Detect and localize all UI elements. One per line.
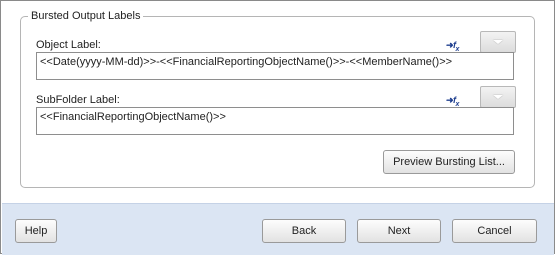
- cancel-button[interactable]: Cancel: [452, 219, 537, 243]
- preview-bursting-list-button[interactable]: Preview Bursting List...: [383, 150, 515, 174]
- chevron-down-icon: [493, 95, 503, 99]
- back-button[interactable]: Back: [262, 219, 346, 243]
- subfolder-label-input[interactable]: <<FinancialReportingObjectName()>>: [36, 107, 514, 135]
- chevron-down-icon: [493, 40, 503, 44]
- group-title: Bursted Output Labels: [28, 10, 144, 22]
- dialog-frame: Bursted Output Labels Object Label: ➜fx …: [0, 0, 555, 255]
- object-label-caption: Object Label:: [36, 39, 101, 51]
- help-button[interactable]: Help: [15, 219, 57, 243]
- dialog-footer: Help Back Next Cancel: [2, 203, 554, 255]
- object-label-input[interactable]: <<Date(yyyy-MM-dd)>>-<<FinancialReportin…: [36, 52, 514, 80]
- object-label-dropdown-button[interactable]: [480, 31, 516, 53]
- next-button[interactable]: Next: [357, 219, 441, 243]
- subfolder-label-dropdown-button[interactable]: [480, 86, 516, 108]
- dialog-content: Bursted Output Labels Object Label: ➜fx …: [1, 1, 554, 203]
- subfolder-label-caption: SubFolder Label:: [36, 94, 120, 106]
